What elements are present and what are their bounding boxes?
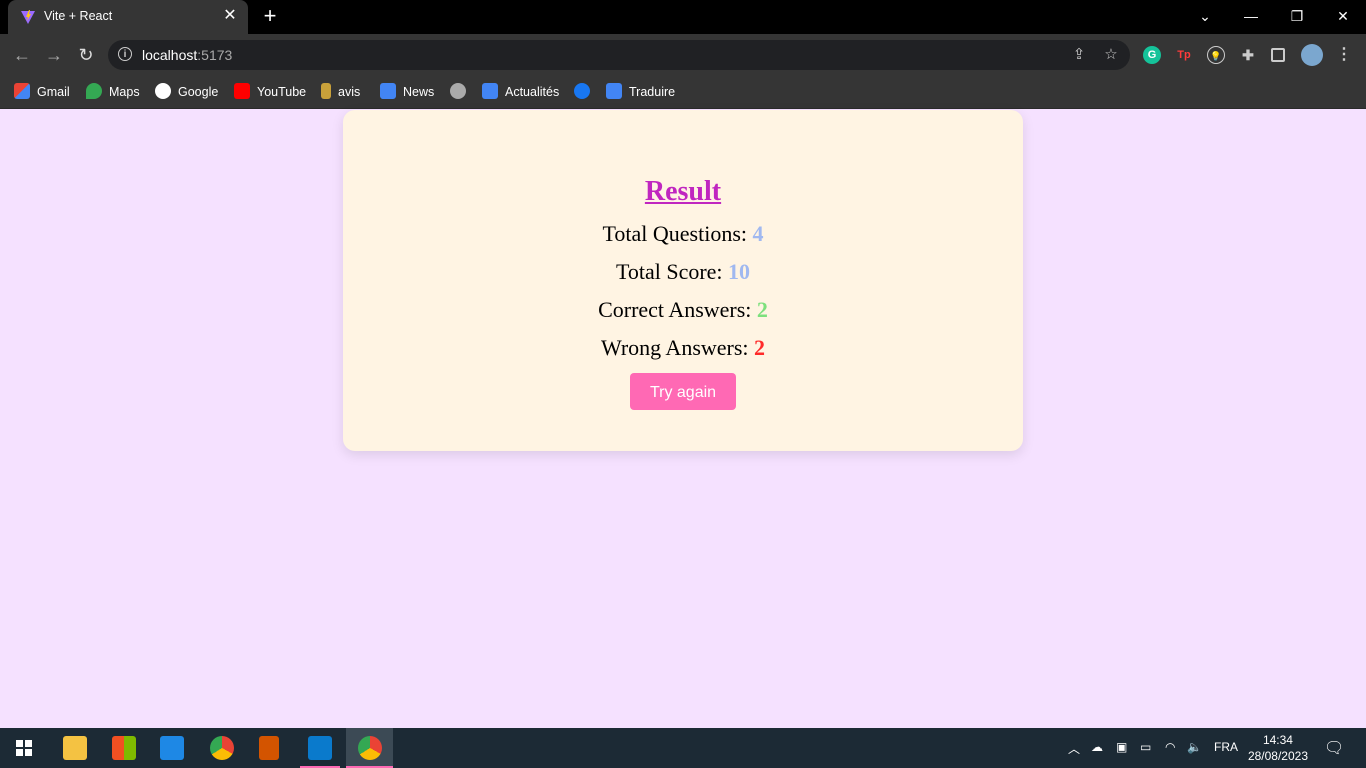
extensions-icon[interactable]: ✚ [1239,46,1257,64]
translate-icon [606,83,622,99]
tab-title: Vite + React [44,9,113,23]
maps-icon [86,83,102,99]
windows-start-icon[interactable] [16,740,32,756]
microsoft-store-icon[interactable] [112,736,136,760]
onedrive-icon[interactable]: ☁ [1091,740,1103,754]
vscode-icon[interactable] [308,736,332,760]
notifications-icon[interactable]: 🗨 [1324,738,1344,758]
bookmark-google[interactable]: Google [155,83,218,101]
vite-icon [21,10,35,24]
new-tab-icon[interactable]: + [258,5,282,29]
total-questions-label: Total Questions: [602,221,747,246]
language-indicator[interactable]: FRA [1214,740,1238,754]
tab-search-icon[interactable]: ⌄ [1182,0,1228,34]
bookmark-gmail[interactable]: Gmail [14,83,70,101]
share-icon[interactable]: ⇪ [1070,46,1088,64]
total-score-value: 10 [728,259,751,284]
close-window-icon[interactable]: ✕ [1320,0,1366,34]
bookmark-facebook[interactable] [574,83,597,101]
gmail-icon [14,83,30,99]
browser-toolbar: ← → ↻ i localhost:5173 ⇪ ☆ G Tp 💡 ✚ ⋮ [0,34,1366,76]
bookmark-avis[interactable]: avis [321,83,360,101]
windows-taskbar: ︿ ☁ ▣ ▭ ◠ 🔈 FRA 14:34 28/08/2023 🗨 [0,728,1366,768]
avis-icon [321,83,331,99]
bookmark-actualites[interactable]: Actualités [482,83,559,101]
wifi-icon[interactable]: ◠ [1165,740,1175,754]
wrong-answers-value: 2 [754,335,766,360]
menu-icon[interactable]: ⋮ [1335,46,1353,64]
lightbulb-icon[interactable]: 💡 [1207,46,1225,64]
clock[interactable]: 14:34 28/08/2023 [1248,732,1308,764]
google-icon [155,83,171,99]
total-questions-row: Total Questions: 4 [343,221,1023,247]
reload-icon[interactable]: ↻ [72,42,100,68]
browser-tab[interactable]: Vite + React ✕ [8,0,248,34]
bookmark-globe[interactable] [450,83,473,101]
side-panel-icon[interactable] [1271,48,1285,62]
tp-extension-icon[interactable]: Tp [1175,46,1193,64]
forward-icon[interactable]: → [40,42,68,68]
device-icon[interactable]: ▣ [1116,740,1127,754]
minimize-icon[interactable]: — [1228,0,1274,34]
show-hidden-icons[interactable]: ︿ [1068,740,1080,757]
correct-answers-row: Correct Answers: 2 [343,297,1023,323]
result-heading: Result [644,176,722,207]
app-icon[interactable] [259,736,279,760]
volume-icon[interactable]: 🔈 [1187,740,1202,754]
bookmark-maps[interactable]: Maps [86,83,140,101]
total-score-label: Total Score: [615,259,723,284]
try-again-button[interactable]: Try again [630,373,736,410]
wrong-answers-row: Wrong Answers: 2 [343,335,1023,361]
correct-answers-label: Correct Answers: [598,297,752,322]
battery-icon[interactable]: ▭ [1140,740,1151,754]
address-bar[interactable]: i localhost:5173 ⇪ ☆ [108,40,1130,70]
grammarly-icon[interactable]: G [1143,46,1161,64]
file-explorer-icon[interactable] [63,736,87,760]
bookmark-star-icon[interactable]: ☆ [1102,46,1120,64]
bookmark-news[interactable]: News [380,83,434,101]
total-questions-value: 4 [752,221,764,246]
profile-avatar[interactable] [1301,44,1323,66]
chrome-icon[interactable] [210,736,234,760]
chrome-profile-icon[interactable] [358,736,382,760]
clock-time: 14:34 [1262,733,1293,747]
bookmark-youtube[interactable]: YouTube [234,83,306,101]
browser-titlebar: Vite + React ✕ + ⌄ — ❐ ✕ [0,0,1366,34]
mail-icon[interactable] [160,736,184,760]
bookmarks-bar: Gmail Maps Google YouTube avis News Actu… [0,76,1366,109]
youtube-icon [234,83,250,99]
google-news-icon [380,83,396,99]
result-card: Result Total Questions: 4 Total Score: 1… [343,110,1023,451]
back-icon[interactable]: ← [8,42,36,68]
facebook-icon [574,83,590,99]
google-news-icon [482,83,498,99]
clock-date: 28/08/2023 [1247,749,1308,763]
restore-icon[interactable]: ❐ [1274,0,1320,34]
correct-answers-value: 2 [756,297,768,322]
wrong-answers-label: Wrong Answers: [600,335,749,360]
close-tab-icon[interactable]: ✕ [220,6,240,26]
total-score-row: Total Score: 10 [343,259,1023,285]
url-text: localhost:5173 [142,47,233,63]
site-info-icon[interactable]: i [118,47,132,61]
bookmark-traduire[interactable]: Traduire [606,83,675,101]
globe-icon [450,83,466,99]
